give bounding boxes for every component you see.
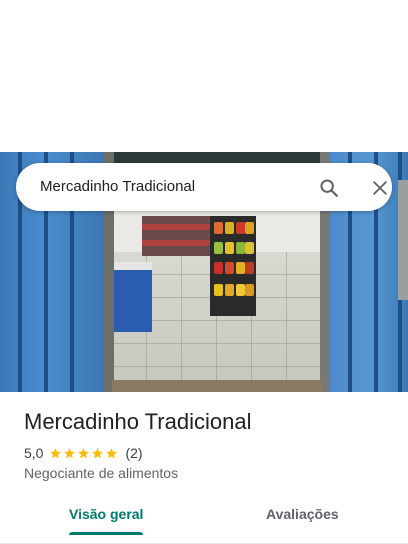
star-icon [64,447,76,458]
star-icon [106,447,118,458]
snack-bag [236,284,245,296]
snack-bag [236,262,245,274]
star-icon [78,447,90,458]
snack-bag [225,262,234,274]
back-door [398,180,408,300]
snack-bag [214,262,223,274]
snack-rack [210,216,256,316]
tab-selected-indicator [69,532,143,535]
search-bar[interactable]: Mercadinho Tradicional [16,163,392,211]
rating-stars [49,447,119,460]
review-count[interactable]: (2) [125,445,142,461]
rating-row[interactable]: 5,0 (2) [24,444,143,462]
map-blank-area [0,0,408,152]
search-icon[interactable] [318,177,340,199]
close-icon[interactable] [370,178,390,198]
snack-bag [245,242,254,254]
snack-bag [214,284,223,296]
place-title: Mercadinho Tradicional [24,409,252,434]
door-threshold [112,380,322,392]
tab-reviews[interactable]: Avaliações [266,506,339,522]
snack-bag [225,222,234,234]
snack-bag [236,242,245,254]
snack-bag [225,242,234,254]
snack-bag [214,242,223,254]
star-icon [50,447,62,458]
rating-value: 5,0 [24,445,44,461]
place-category[interactable]: Negociante de alimentos [24,465,178,481]
place-tabs: Visão geral Avaliações [0,496,408,544]
snack-bag [214,222,223,234]
star-icon [92,447,104,458]
snack-bag [245,222,254,234]
freezer [112,262,152,332]
snack-bag [236,222,245,234]
snack-bag [245,284,254,296]
tab-overview[interactable]: Visão geral [69,506,143,522]
search-input[interactable]: Mercadinho Tradicional [40,178,195,195]
snack-bag [225,284,234,296]
snack-bag [245,262,254,274]
